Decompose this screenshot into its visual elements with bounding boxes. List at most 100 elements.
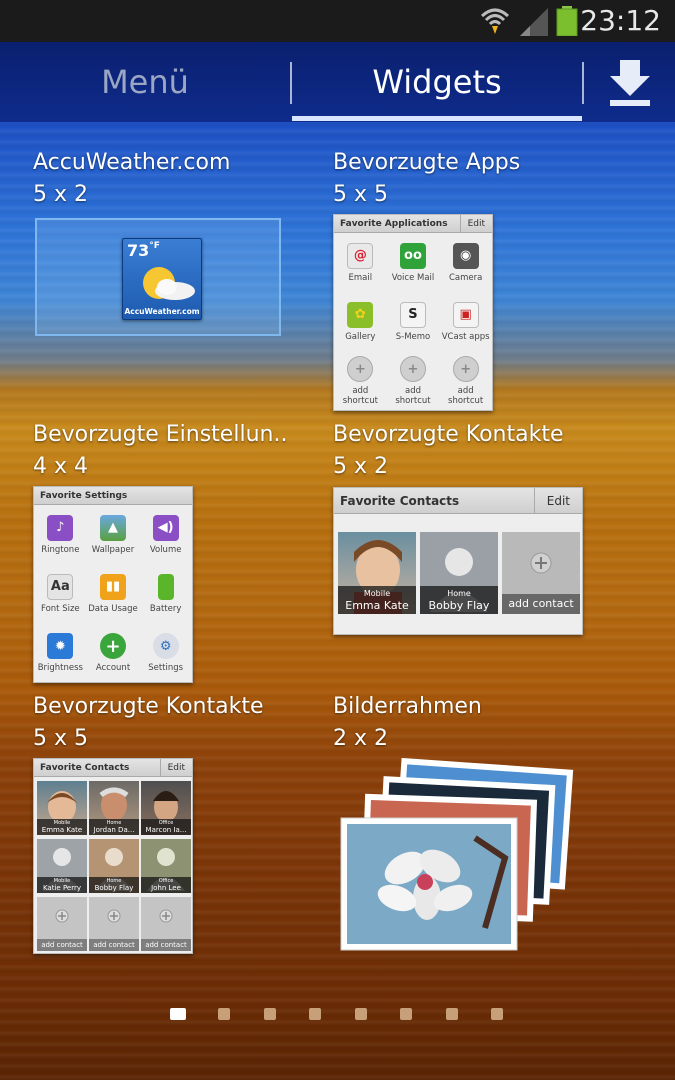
setting-label: Wallpaper xyxy=(91,544,135,555)
add-icon xyxy=(159,909,173,923)
add-contact-tile: add contact xyxy=(141,897,191,951)
weather-unit: °F xyxy=(149,241,160,251)
status-time: 23:12 xyxy=(580,4,661,37)
download-icon[interactable] xyxy=(598,54,662,110)
add-contact-label: add contact xyxy=(141,939,191,951)
ringtone-icon: ♪ xyxy=(47,514,74,541)
page-dot[interactable] xyxy=(218,1008,230,1020)
add-contact-tile: add contact xyxy=(89,897,139,951)
add-icon: + xyxy=(399,356,426,383)
add-contact-tile: add contact xyxy=(37,897,87,951)
wallpaper-icon: ▲ xyxy=(99,514,126,541)
widget-title-apps: Bevorzugte Apps xyxy=(333,150,521,175)
contact-name: Bobby Flay xyxy=(428,599,490,612)
signal-icon xyxy=(520,8,548,36)
add-icon xyxy=(55,909,69,923)
contact-label: Home Bobby Flay xyxy=(420,586,498,614)
edit-button: Edit xyxy=(159,759,192,777)
card-header-title: Favorite Applications xyxy=(340,219,448,229)
sun-cloud-icon xyxy=(143,267,195,300)
widget-title-contacts-5x5: Bevorzugte Kontakte xyxy=(33,694,264,719)
weather-icon: 73°F AccuWeather.com xyxy=(122,238,202,320)
setting-label: Font Size xyxy=(40,603,80,614)
contact-name: John Lee xyxy=(151,884,181,892)
app-label: add shortcut xyxy=(448,386,484,407)
gallery-icon: ✿ xyxy=(347,301,374,328)
app-label: Voice Mail xyxy=(391,272,435,283)
setting-ringtone: ♪ Ringtone xyxy=(34,505,87,564)
app-email: @ Email xyxy=(334,233,387,292)
add-icon: + xyxy=(452,356,479,383)
setting-brightness: ✹ Brightness xyxy=(34,624,87,682)
contact-label: Home Jordan Da... xyxy=(89,819,139,835)
tab-active-indicator xyxy=(292,116,582,121)
app-smemo: S S-Memo xyxy=(387,292,440,351)
favorite-apps-widget-preview[interactable]: Favorite Applications Edit @ Email oo Voic… xyxy=(333,214,493,411)
voicemail-icon: oo xyxy=(399,242,426,269)
contact-name: Bobby Flay xyxy=(94,884,134,892)
setting-label: Data Usage xyxy=(88,603,138,614)
add-shortcut: + add shortcut xyxy=(387,352,440,410)
accuweather-widget-preview[interactable]: 73°F AccuWeather.com xyxy=(35,218,281,336)
favorite-contacts-5x5-preview[interactable]: Favorite Contacts Edit Mobile Emma Kate H… xyxy=(33,758,193,954)
setting-wallpaper: ▲ Wallpaper xyxy=(87,505,140,564)
battery-setting-icon xyxy=(157,573,174,600)
app-label: Gallery xyxy=(345,331,376,342)
smemo-icon: S xyxy=(399,301,426,328)
add-icon xyxy=(530,552,552,574)
contact-tile: Home Jordan Da... xyxy=(89,781,139,835)
setting-settings: ⚙ Settings xyxy=(139,624,192,682)
contact-name: Emma Kate xyxy=(345,599,409,612)
add-shortcut: + add shortcut xyxy=(439,352,492,410)
font-size-icon: Aa xyxy=(47,573,74,600)
favorite-contacts-5x2-preview[interactable]: Favorite Contacts Edit Mobile Emma Kate … xyxy=(333,487,583,635)
contact-label: Mobile Emma Kate xyxy=(37,819,87,835)
app-label: VCast apps xyxy=(441,331,490,342)
contact-label: Office John Lee xyxy=(141,877,191,893)
setting-label: Account xyxy=(95,663,131,674)
page-dot[interactable] xyxy=(355,1008,367,1020)
contact-label: Mobile Katie Perry xyxy=(37,877,87,893)
app-label: add shortcut xyxy=(395,386,431,407)
add-shortcut: + add shortcut xyxy=(334,352,387,410)
picture-frame-widget-preview[interactable] xyxy=(335,758,580,958)
page-dot[interactable] xyxy=(491,1008,503,1020)
page-dot-active[interactable] xyxy=(170,1008,186,1020)
tab-bar: Menü Widgets xyxy=(0,42,675,122)
page-dot[interactable] xyxy=(309,1008,321,1020)
card-header: Favorite Settings xyxy=(34,487,192,505)
weather-brand: AccuWeather.com xyxy=(124,307,200,316)
brightness-icon: ✹ xyxy=(47,633,74,660)
contact-tile: Home Bobby Flay xyxy=(89,839,139,893)
add-contact-tile: add contact xyxy=(502,532,580,614)
email-icon: @ xyxy=(347,242,374,269)
widget-size-picture-frame: 2 x 2 xyxy=(333,726,388,751)
widget-size-apps: 5 x 5 xyxy=(333,182,388,207)
favorite-settings-widget-preview[interactable]: Favorite Settings ♪ Ringtone ▲ Wallpaper ◀… xyxy=(33,486,193,683)
contact-label: Home Bobby Flay xyxy=(89,877,139,893)
app-label: add shortcut xyxy=(342,386,378,407)
wifi-icon xyxy=(480,8,510,34)
card-header: Favorite Contacts Edit xyxy=(34,759,192,777)
contact-tile: Office Marcon Ia... xyxy=(141,781,191,835)
page-dot[interactable] xyxy=(446,1008,458,1020)
page-dot[interactable] xyxy=(264,1008,276,1020)
contact-tile: Home Bobby Flay xyxy=(420,532,498,614)
tab-menu[interactable]: Menü xyxy=(0,42,290,122)
card-header: Favorite Applications Edit xyxy=(334,215,492,233)
volume-icon: ◀) xyxy=(152,514,179,541)
contact-name: Jordan Da... xyxy=(93,826,135,834)
app-camera: ◉ Camera xyxy=(439,233,492,292)
add-contact-label: add contact xyxy=(37,939,87,951)
tab-widgets[interactable]: Widgets xyxy=(292,42,582,122)
setting-label: Battery xyxy=(149,603,182,614)
setting-account: + Account xyxy=(87,624,140,682)
add-contact-label: add contact xyxy=(502,594,580,614)
page-dot[interactable] xyxy=(400,1008,412,1020)
setting-volume: ◀) Volume xyxy=(139,505,192,564)
contact-name: Marcon Ia... xyxy=(145,826,187,834)
contact-label: Office Marcon Ia... xyxy=(141,819,191,835)
weather-temp: 73 xyxy=(127,241,150,260)
setting-label: Settings xyxy=(148,663,184,674)
widget-size-settings: 4 x 4 xyxy=(33,454,88,479)
